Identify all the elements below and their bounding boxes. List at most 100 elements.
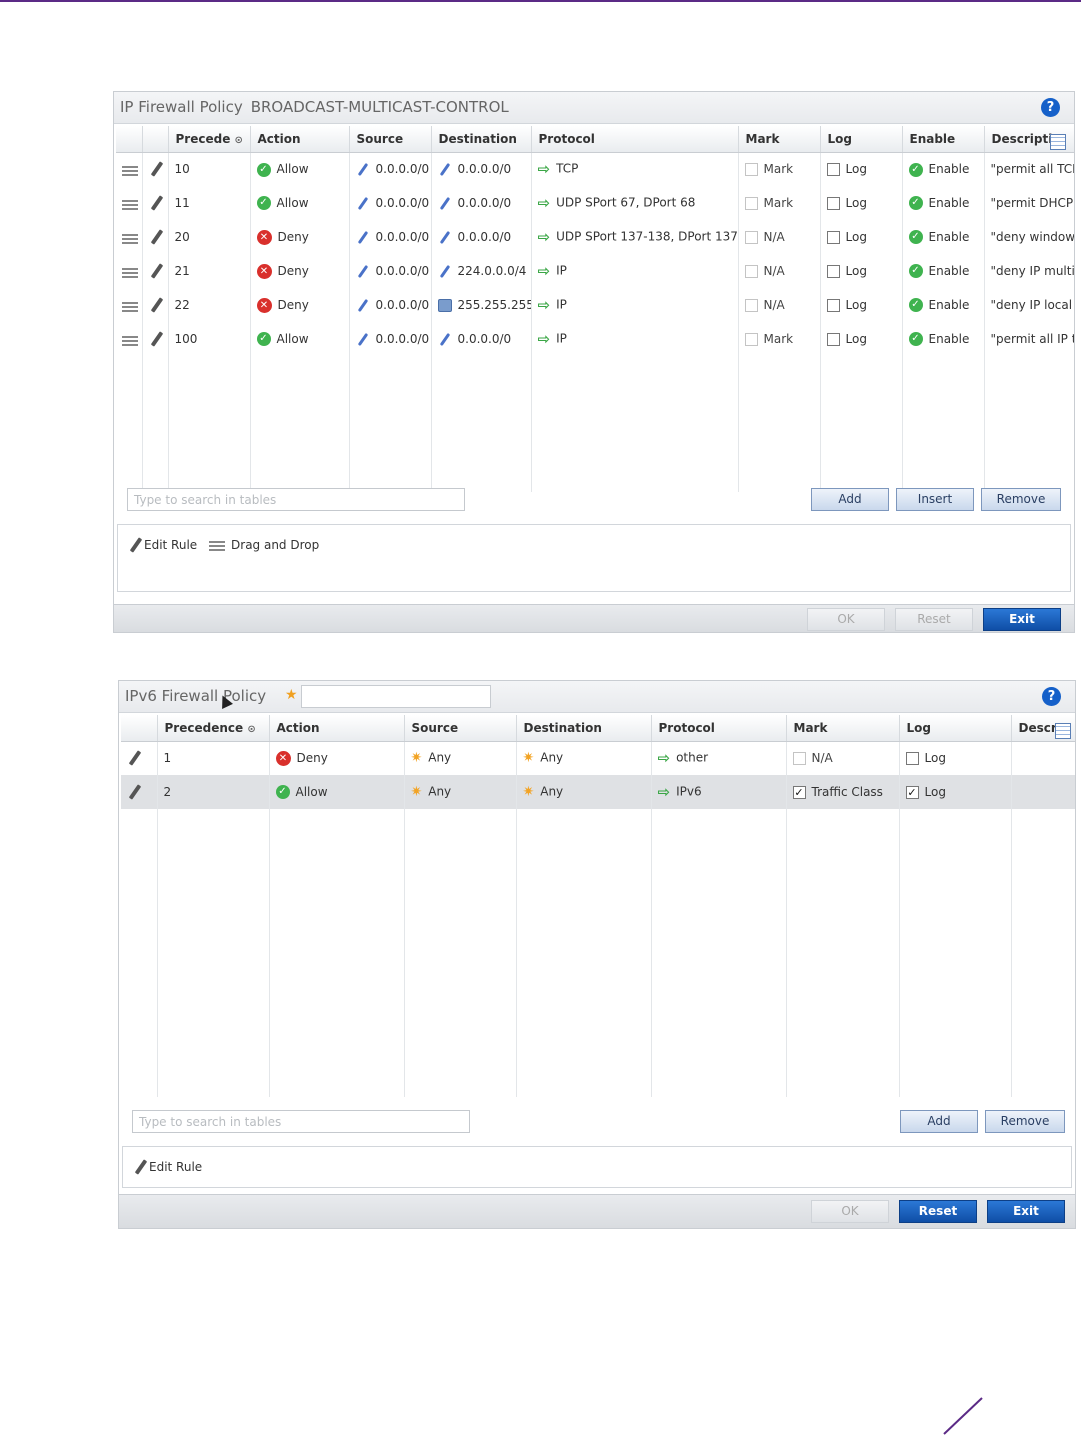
sort-icon[interactable]: ⊙ [235, 135, 243, 146]
check-circle-icon[interactable]: ✓ [908, 332, 923, 347]
log-checkbox[interactable] [826, 265, 840, 278]
column-header-source[interactable]: Source [349, 126, 432, 153]
pencil-icon[interactable] [128, 784, 142, 800]
table-row[interactable]: 10 ✓ Allow 0.0.0.0/0 0.0.0.0/0 ⇨ TCP Mark … [116, 152, 1074, 186]
precedence-cell: 20 [168, 220, 251, 254]
precedence-cell: 21 [168, 254, 251, 288]
arrow-right-icon: ⇨ [537, 262, 551, 280]
table-row[interactable]: 21 ✕ Deny 0.0.0.0/0 224.0.0.0/4 ⇨ IP N/A L… [116, 254, 1074, 288]
pencil-icon[interactable] [150, 331, 163, 347]
action-cell: ✕ Deny [250, 288, 350, 322]
reset-button[interactable]: Reset [899, 1200, 977, 1223]
pencil-icon[interactable] [150, 161, 163, 177]
insert-button[interactable]: Insert [896, 488, 974, 511]
sort-icon[interactable]: ⊙ [247, 724, 255, 735]
top-accent-rule [0, 0, 1081, 2]
exit-button[interactable]: Exit [987, 1200, 1065, 1223]
remove-button[interactable]: Remove [985, 1110, 1065, 1133]
check-circle-icon[interactable]: ✓ [908, 230, 923, 245]
remove-button[interactable]: Remove [981, 488, 1061, 511]
drag-handle-icon[interactable] [122, 163, 138, 176]
check-circle-icon: ✓ [275, 785, 290, 800]
pencil-icon[interactable] [150, 297, 163, 313]
table-search-input[interactable]: Type to search in tables [132, 1110, 470, 1133]
mark-checkbox[interactable] [792, 752, 806, 766]
pencil-icon[interactable] [150, 195, 163, 211]
column-header-mark[interactable]: Mark [738, 126, 821, 153]
column-header-mark[interactable]: Mark [786, 715, 900, 742]
help-icon[interactable]: ? [1041, 98, 1060, 117]
ok-button[interactable]: OK [807, 608, 885, 631]
mark-checkbox[interactable] [744, 333, 758, 346]
log-checkbox[interactable] [826, 231, 840, 244]
mark-checkbox-checked[interactable]: ✓ [792, 786, 806, 799]
protocol-cell: ⇨ UDP SPort 67, DPort 68 [531, 186, 739, 220]
table-row[interactable]: 22 ✕ Deny 0.0.0.0/0 255.255.255 ⇨ IP N/A L… [116, 288, 1074, 322]
add-button[interactable]: Add [900, 1110, 978, 1133]
network-alias-icon [439, 264, 450, 279]
drag-handle-icon[interactable] [122, 265, 138, 278]
help-icon[interactable]: ? [1042, 687, 1061, 706]
drag-handle-icon[interactable] [122, 299, 138, 312]
source-cell: 0.0.0.0/0 [349, 254, 432, 288]
check-circle-icon[interactable]: ✓ [908, 196, 923, 211]
required-star-icon: ★ [285, 687, 298, 703]
column-picker-icon[interactable] [1050, 134, 1066, 150]
mark-cell: N/A [738, 220, 821, 254]
column-header-destination[interactable]: Destination [516, 715, 652, 742]
table-empty-space [116, 356, 1074, 492]
add-button[interactable]: Add [811, 488, 889, 511]
column-header-action[interactable]: Action [269, 715, 405, 742]
log-checkbox[interactable] [905, 752, 919, 766]
protocol-cell: ⇨ IP [531, 254, 739, 288]
log-checkbox[interactable] [826, 333, 840, 346]
any-star-icon: ✷ [410, 784, 423, 800]
mark-checkbox[interactable] [744, 163, 758, 177]
column-header-enable[interactable]: Enable [902, 126, 985, 153]
column-header-precedence[interactable]: Precedence ⊙ [157, 715, 270, 742]
log-checkbox-checked[interactable]: ✓ [905, 786, 919, 799]
mark-checkbox[interactable] [744, 231, 758, 244]
log-checkbox[interactable] [826, 299, 840, 312]
drag-handle-icon[interactable] [122, 333, 138, 346]
exit-button[interactable]: Exit [983, 608, 1061, 631]
column-picker-icon[interactable] [1055, 723, 1071, 739]
description-cell: "permit all IP tr [984, 322, 1074, 356]
column-header-log[interactable]: Log [820, 126, 903, 153]
check-circle-icon[interactable]: ✓ [908, 264, 923, 279]
check-circle-icon[interactable]: ✓ [908, 162, 923, 177]
pencil-icon[interactable] [150, 263, 163, 279]
column-header-log[interactable]: Log [899, 715, 1012, 742]
drag-handle-icon[interactable] [122, 197, 138, 210]
table-row[interactable]: 100 ✓ Allow 0.0.0.0/0 0.0.0.0/0 ⇨ IP Mark … [116, 322, 1074, 356]
description-cell: "deny IP multic [984, 254, 1074, 288]
reset-button[interactable]: Reset [895, 608, 973, 631]
log-checkbox[interactable] [826, 197, 840, 210]
pencil-icon[interactable] [150, 229, 163, 245]
log-checkbox[interactable] [826, 163, 840, 177]
mark-cell: Mark [738, 152, 821, 186]
precedence-cell: 2 [157, 775, 270, 809]
precedence-cell: 10 [168, 152, 251, 186]
drag-handle-icon[interactable] [122, 231, 138, 244]
column-header-protocol[interactable]: Protocol [531, 126, 739, 153]
policy-name: BROADCAST-MULTICAST-CONTROL [250, 98, 509, 116]
table-row[interactable]: 1 ✕ Deny ✷ Any ✷ Any ⇨ other N/A Log [121, 741, 1075, 775]
column-header-protocol[interactable]: Protocol [651, 715, 787, 742]
pencil-icon[interactable] [128, 750, 142, 766]
description-cell: "permit DHCP r [984, 186, 1074, 220]
table-row[interactable]: 11 ✓ Allow 0.0.0.0/0 0.0.0.0/0 ⇨ UDP SPort… [116, 186, 1074, 220]
mark-checkbox[interactable] [744, 197, 758, 210]
column-header-action[interactable]: Action [250, 126, 350, 153]
mark-checkbox[interactable] [744, 265, 758, 278]
column-header-source[interactable]: Source [404, 715, 517, 742]
mark-checkbox[interactable] [744, 299, 758, 312]
table-row-selected[interactable]: 2 ✓ Allow ✷ Any ✷ Any ⇨ IPv6 ✓ Traffic Class … [121, 775, 1075, 809]
ok-button[interactable]: OK [811, 1200, 889, 1223]
table-row[interactable]: 20 ✕ Deny 0.0.0.0/0 0.0.0.0/0 ⇨ UDP SPort … [116, 220, 1074, 254]
column-header-precedence[interactable]: Precede ⊙ [168, 126, 251, 153]
policy-name-input[interactable] [301, 685, 491, 708]
check-circle-icon[interactable]: ✓ [908, 298, 923, 313]
table-search-input[interactable]: Type to search in tables [127, 488, 465, 511]
column-header-destination[interactable]: Destination [431, 126, 532, 153]
